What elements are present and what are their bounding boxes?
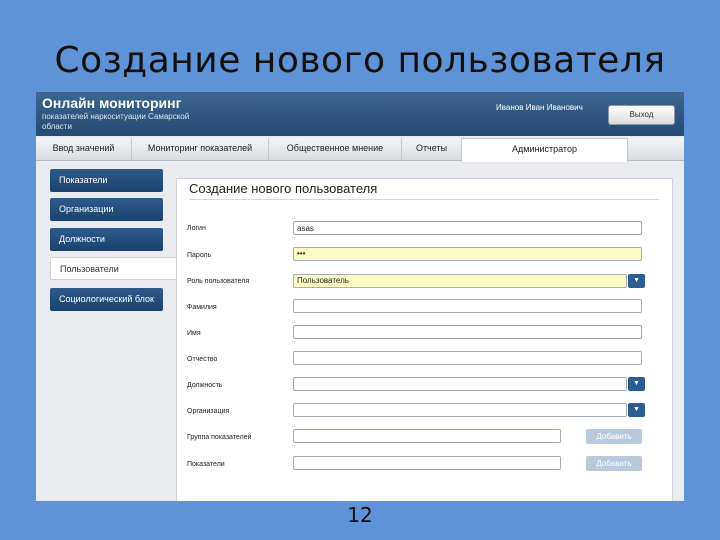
add-indicator-group-button[interactable]: Добавить xyxy=(586,429,642,444)
position-label: Должность xyxy=(187,382,223,389)
main-tabs: Ввод значений Мониторинг показателей Общ… xyxy=(36,138,684,162)
indicators-field[interactable] xyxy=(293,456,561,470)
add-indicator-button[interactable]: Добавить xyxy=(586,456,642,471)
tab-monitoring[interactable]: Мониторинг показателей xyxy=(132,138,269,160)
role-label: Роль пользователя xyxy=(187,278,250,285)
password-label: Пароль xyxy=(187,252,212,259)
tab-administrator[interactable]: Администратор xyxy=(462,138,628,162)
firstname-field[interactable] xyxy=(293,325,642,339)
sidebar-item-organizations[interactable]: Организации xyxy=(50,198,163,221)
organization-dropdown-icon[interactable]: ▼ xyxy=(628,403,645,417)
organization-label: Организация xyxy=(187,408,230,415)
sidebar-item-indicators[interactable]: Показатели xyxy=(50,169,163,192)
slide-title: Создание нового пользователя xyxy=(54,40,666,81)
sidebar-item-users[interactable]: Пользователи xyxy=(50,257,180,280)
slide-number: 12 xyxy=(347,503,373,527)
tab-reports[interactable]: Отчеты xyxy=(402,138,462,160)
app-name: Онлайн мониторинг xyxy=(42,95,182,111)
firstname-label: Имя xyxy=(187,330,201,337)
position-dropdown-icon[interactable]: ▼ xyxy=(628,377,645,391)
indicators-label: Показатели xyxy=(187,461,225,468)
current-user: Иванов Иван Иванович xyxy=(496,103,583,112)
user-form-panel: Создание нового пользователя Логин Парол… xyxy=(176,178,673,501)
lastname-field[interactable] xyxy=(293,299,642,313)
login-field[interactable] xyxy=(293,221,642,235)
password-field[interactable]: ••• xyxy=(293,247,642,261)
sidebar-item-positions[interactable]: Должности xyxy=(50,228,163,251)
app-subtitle: показателей наркоситуации Самарской обла… xyxy=(42,112,190,131)
tab-input-values[interactable]: Ввод значений xyxy=(36,138,132,160)
role-select[interactable]: Пользователь xyxy=(293,274,627,288)
login-label: Логин xyxy=(187,225,206,232)
patronymic-field[interactable] xyxy=(293,351,642,365)
patronymic-label: Отчество xyxy=(187,356,218,363)
role-dropdown-icon[interactable]: ▼ xyxy=(628,274,645,288)
lastname-label: Фамилия xyxy=(187,304,217,311)
sidebar-item-sociological-block[interactable]: Социологический блок xyxy=(50,288,163,311)
app-screenshot: Онлайн мониторинг показателей наркоситуа… xyxy=(36,92,684,501)
app-header: Онлайн мониторинг показателей наркоситуа… xyxy=(36,92,684,136)
indicator-group-field[interactable] xyxy=(293,429,561,443)
form-title: Создание нового пользователя xyxy=(189,181,659,200)
logout-button[interactable]: Выход xyxy=(608,105,675,125)
tab-public-opinion[interactable]: Общественное мнение xyxy=(269,138,402,160)
indicator-group-label: Группа показателей xyxy=(187,434,252,441)
organization-select[interactable] xyxy=(293,403,627,417)
position-select[interactable] xyxy=(293,377,627,391)
